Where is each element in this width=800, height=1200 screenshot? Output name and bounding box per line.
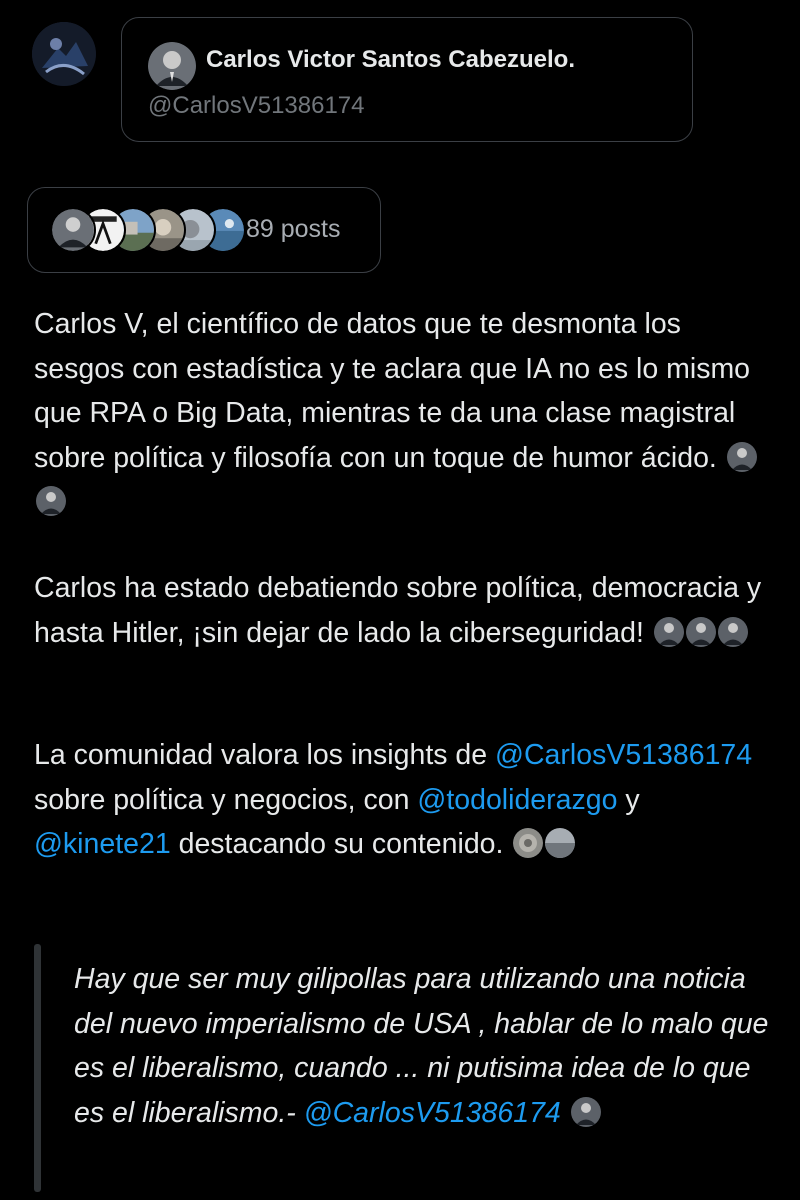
summary-text: y — [617, 783, 640, 816]
avatar-emoji-icon — [717, 616, 748, 647]
summary-paragraph-1: Carlos V, el científico de datos que te … — [34, 302, 774, 525]
profile-avatar-icon[interactable] — [148, 42, 196, 90]
summary-paragraph-3: La comunidad valora los insights de @Car… — [34, 733, 774, 867]
avatar-stack — [50, 207, 246, 253]
avatar-emoji-icon — [570, 1096, 601, 1127]
quote-bar — [34, 944, 41, 1192]
summary-text: destacando su contenido. — [170, 828, 504, 860]
posts-pill[interactable]: 89 posts — [27, 187, 381, 273]
mention-link[interactable]: @todoliderazgo — [417, 784, 617, 816]
post-screen: Carlos Victor Santos Cabezuelo. @CarlosV… — [0, 0, 800, 1200]
avatar-emoji-icon — [513, 828, 544, 858]
summary-paragraph-2: Carlos ha estado debatiendo sobre políti… — [34, 566, 774, 655]
profile-card[interactable]: Carlos Victor Santos Cabezuelo. @CarlosV… — [121, 17, 693, 142]
quote-mention-link[interactable]: @CarlosV51386174 — [304, 1097, 561, 1129]
profile-name[interactable]: Carlos Victor Santos Cabezuelo. — [206, 46, 575, 74]
avatar-emoji-icon — [36, 486, 66, 516]
quoted-post: Hay que ser muy gilipollas para utilizan… — [74, 957, 784, 1135]
avatar-emoji-icon — [545, 828, 576, 858]
avatar-emoji-icon — [653, 616, 684, 647]
mention-link[interactable]: @CarlosV51386174 — [495, 739, 752, 771]
avatar-emoji-icon — [685, 616, 716, 647]
user-avatar-icon[interactable] — [32, 22, 96, 86]
summary-text: La comunidad valora los insights de — [34, 739, 496, 771]
summary-text: Carlos ha estado debatiendo sobre políti… — [34, 572, 762, 649]
avatar-icon — [50, 207, 96, 253]
avatar-emoji-icon — [726, 441, 757, 472]
summary-text: sobre política y negocios, con — [34, 783, 418, 816]
posts-count: 89 posts — [246, 215, 341, 243]
summary-text: Carlos V, el científico de datos que te … — [34, 308, 751, 474]
profile-handle[interactable]: @CarlosV51386174 — [148, 92, 365, 120]
mention-link[interactable]: @kinete21 — [34, 828, 171, 860]
